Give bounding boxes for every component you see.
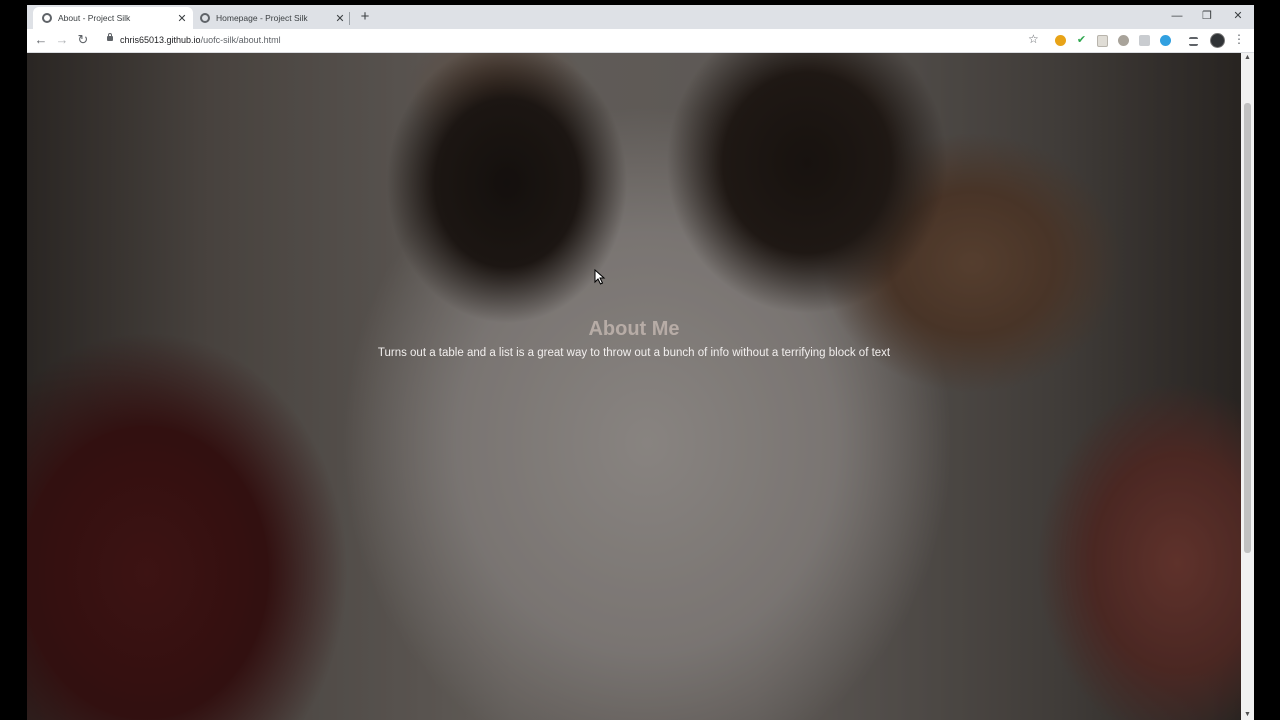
restore-button[interactable]: ❐ bbox=[1195, 8, 1219, 24]
new-tab-button[interactable]: + bbox=[357, 8, 373, 26]
puzzle-extension-icon[interactable] bbox=[1139, 35, 1150, 46]
orange-circle-extension-icon[interactable] bbox=[1055, 35, 1066, 46]
tab-title: Homepage - Project Silk bbox=[216, 13, 308, 23]
close-tab-icon[interactable]: ✕ bbox=[175, 12, 189, 25]
menu-icon[interactable]: ⋮ bbox=[1233, 32, 1245, 46]
page-extension-icon[interactable] bbox=[1097, 35, 1108, 47]
vertical-scrollbar[interactable]: ▲ ▼ bbox=[1241, 53, 1254, 720]
browser-toolbar: ← → ↻ chris65013.github.io/uofc-silk/abo… bbox=[27, 29, 1254, 53]
page-subheading: Turns out a table and a list is a great … bbox=[377, 347, 891, 359]
reload-button[interactable]: ↻ bbox=[75, 32, 91, 48]
playlist-icon[interactable] bbox=[1189, 37, 1198, 46]
tab-about[interactable]: About - Project Silk ✕ bbox=[33, 7, 193, 29]
mouse-cursor-icon bbox=[594, 269, 606, 285]
forward-button[interactable]: → bbox=[54, 32, 70, 48]
tab-strip: About - Project Silk ✕ Homepage - Projec… bbox=[27, 5, 1254, 29]
browser-window: About - Project Silk ✕ Homepage - Projec… bbox=[27, 5, 1254, 720]
close-tab-icon[interactable]: ✕ bbox=[333, 12, 347, 25]
window-close-button[interactable]: ✕ bbox=[1226, 8, 1250, 24]
address-bar[interactable]: chris65013.github.io/uofc-silk/about.htm… bbox=[120, 33, 281, 47]
tab-homepage[interactable]: Homepage - Project Silk ✕ bbox=[191, 7, 351, 29]
bookmark-star-icon[interactable]: ☆ bbox=[1028, 32, 1039, 46]
url-host: chris65013.github.io bbox=[120, 35, 201, 45]
tab-divider bbox=[349, 12, 350, 25]
profile-avatar[interactable] bbox=[1210, 33, 1225, 48]
scrollbar-thumb[interactable] bbox=[1244, 103, 1251, 553]
page-heading: About Me bbox=[588, 318, 680, 340]
scroll-down-icon[interactable]: ▼ bbox=[1241, 710, 1254, 720]
globe-icon bbox=[42, 13, 52, 23]
lock-icon[interactable] bbox=[107, 33, 113, 41]
coin-extension-icon[interactable] bbox=[1118, 35, 1129, 46]
page-viewport: About Me Turns out a table and a list is… bbox=[27, 53, 1241, 720]
green-check-extension-icon[interactable]: ✔ bbox=[1076, 35, 1087, 46]
minimize-button[interactable]: — bbox=[1165, 8, 1189, 24]
tab-title: About - Project Silk bbox=[58, 13, 131, 23]
hero-section: About Me Turns out a table and a list is… bbox=[27, 315, 1241, 361]
globe-icon bbox=[200, 13, 210, 23]
scroll-up-icon[interactable]: ▲ bbox=[1241, 53, 1254, 63]
back-button[interactable]: ← bbox=[33, 32, 49, 48]
skype-extension-icon[interactable] bbox=[1160, 35, 1171, 46]
url-path: /uofc-silk/about.html bbox=[200, 35, 281, 45]
